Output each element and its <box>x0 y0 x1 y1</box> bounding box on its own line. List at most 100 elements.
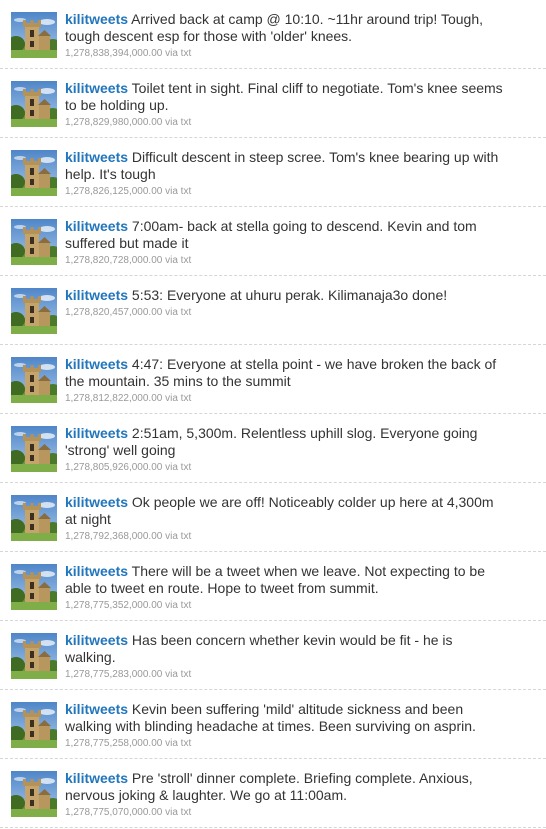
tweet-source: via txt <box>165 600 192 611</box>
timestamp-link[interactable]: 1,278,792,368,000.00 <box>65 531 162 542</box>
tweet-item: kilitweets Pre 'stroll' dinner complete.… <box>0 759 546 828</box>
tweet-body: kilitweets 2:51am, 5,300m. Relentless up… <box>65 425 505 474</box>
timestamp-link[interactable]: 1,278,829,980,000.00 <box>65 117 162 128</box>
avatar[interactable] <box>11 495 57 541</box>
tweet-source: via txt <box>165 255 192 266</box>
tweet-item: kilitweets 2:51am, 5,300m. Relentless up… <box>0 414 546 483</box>
tweet-text: kilitweets Toilet tent in sight. Final c… <box>65 80 505 114</box>
tweet-source: via txt <box>165 48 192 59</box>
tweet-message: 4:47: Everyone at stella point - we have… <box>65 356 497 389</box>
church-tower-photo-icon <box>11 633 57 679</box>
church-tower-photo-icon <box>11 426 57 472</box>
tweet-body: kilitweets Difficult descent in steep sc… <box>65 149 505 198</box>
church-tower-photo-icon <box>11 219 57 265</box>
tweet-text: kilitweets 5:53: Everyone at uhuru perak… <box>65 287 505 304</box>
tweet-text: kilitweets Arrived back at camp @ 10:10.… <box>65 11 505 45</box>
tweet-message: There will be a tweet when we leave. Not… <box>65 563 485 596</box>
church-tower-photo-icon <box>11 771 57 817</box>
tweet-item: kilitweets 7:00am- back at stella going … <box>0 207 546 276</box>
tweet-meta: 1,278,820,457,000.00 via txt <box>65 306 505 319</box>
tweet-body: kilitweets 4:47: Everyone at stella poin… <box>65 356 505 405</box>
tweet-body: kilitweets Pre 'stroll' dinner complete.… <box>65 770 505 819</box>
tweet-meta: 1,278,812,822,000.00 via txt <box>65 392 505 405</box>
tweet-meta: 1,278,838,394,000.00 via txt <box>65 47 505 60</box>
tweet-meta: 1,278,826,125,000.00 via txt <box>65 185 505 198</box>
tweet-message: Toilet tent in sight. Final cliff to neg… <box>65 80 503 113</box>
tweet-text: kilitweets Kevin been suffering 'mild' a… <box>65 701 505 735</box>
username-link[interactable]: kilitweets <box>65 425 128 441</box>
tweet-source: via txt <box>165 186 192 197</box>
tweet-message: Ok people we are off! Noticeably colder … <box>65 494 494 527</box>
tweet-source: via txt <box>165 462 192 473</box>
username-link[interactable]: kilitweets <box>65 632 128 648</box>
tweet-meta: 1,278,792,368,000.00 via txt <box>65 530 505 543</box>
username-link[interactable]: kilitweets <box>65 287 128 303</box>
timestamp-link[interactable]: 1,278,820,728,000.00 <box>65 255 162 266</box>
avatar[interactable] <box>11 219 57 265</box>
timestamp-link[interactable]: 1,278,812,822,000.00 <box>65 393 162 404</box>
avatar[interactable] <box>11 771 57 817</box>
username-link[interactable]: kilitweets <box>65 563 128 579</box>
church-tower-photo-icon <box>11 357 57 403</box>
tweet-message: Arrived back at camp @ 10:10. ~11hr arou… <box>65 11 483 44</box>
username-link[interactable]: kilitweets <box>65 149 128 165</box>
timestamp-link[interactable]: 1,278,820,457,000.00 <box>65 307 162 318</box>
tweet-timeline: kilitweets Arrived back at camp @ 10:10.… <box>0 0 546 828</box>
username-link[interactable]: kilitweets <box>65 218 128 234</box>
username-link[interactable]: kilitweets <box>65 356 128 372</box>
tweet-item: kilitweets Kevin been suffering 'mild' a… <box>0 690 546 759</box>
avatar[interactable] <box>11 426 57 472</box>
church-tower-photo-icon <box>11 12 57 58</box>
tweet-body: kilitweets There will be a tweet when we… <box>65 563 505 612</box>
tweet-source: via txt <box>165 117 192 128</box>
tweet-item: kilitweets Arrived back at camp @ 10:10.… <box>0 0 546 69</box>
tweet-meta: 1,278,775,070,000.00 via txt <box>65 806 505 819</box>
tweet-item: kilitweets Has been concern whether kevi… <box>0 621 546 690</box>
church-tower-photo-icon <box>11 288 57 334</box>
tweet-item: kilitweets Ok people we are off! Noticea… <box>0 483 546 552</box>
tweet-item: kilitweets There will be a tweet when we… <box>0 552 546 621</box>
tweet-body: kilitweets Toilet tent in sight. Final c… <box>65 80 505 129</box>
tweet-text: kilitweets There will be a tweet when we… <box>65 563 505 597</box>
username-link[interactable]: kilitweets <box>65 80 128 96</box>
tweet-source: via txt <box>165 531 192 542</box>
avatar[interactable] <box>11 702 57 748</box>
tweet-meta: 1,278,820,728,000.00 via txt <box>65 254 505 267</box>
avatar[interactable] <box>11 357 57 403</box>
tweet-text: kilitweets Pre 'stroll' dinner complete.… <box>65 770 505 804</box>
username-link[interactable]: kilitweets <box>65 494 128 510</box>
tweet-text: kilitweets Difficult descent in steep sc… <box>65 149 505 183</box>
tweet-meta: 1,278,775,283,000.00 via txt <box>65 668 505 681</box>
timestamp-link[interactable]: 1,278,826,125,000.00 <box>65 186 162 197</box>
tweet-text: kilitweets Ok people we are off! Noticea… <box>65 494 505 528</box>
avatar[interactable] <box>11 81 57 127</box>
tweet-text: kilitweets 2:51am, 5,300m. Relentless up… <box>65 425 505 459</box>
timestamp-link[interactable]: 1,278,838,394,000.00 <box>65 48 162 59</box>
tweet-body: kilitweets 5:53: Everyone at uhuru perak… <box>65 287 505 319</box>
church-tower-photo-icon <box>11 81 57 127</box>
tweet-source: via txt <box>165 807 192 818</box>
tweet-source: via txt <box>165 307 192 318</box>
avatar[interactable] <box>11 633 57 679</box>
tweet-text: kilitweets 4:47: Everyone at stella poin… <box>65 356 505 390</box>
timestamp-link[interactable]: 1,278,775,070,000.00 <box>65 807 162 818</box>
timestamp-link[interactable]: 1,278,775,352,000.00 <box>65 600 162 611</box>
tweet-source: via txt <box>165 738 192 749</box>
tweet-body: kilitweets Has been concern whether kevi… <box>65 632 505 681</box>
avatar[interactable] <box>11 564 57 610</box>
tweet-item: kilitweets Difficult descent in steep sc… <box>0 138 546 207</box>
tweet-message: Difficult descent in steep scree. Tom's … <box>65 149 499 182</box>
avatar[interactable] <box>11 150 57 196</box>
username-link[interactable]: kilitweets <box>65 701 128 717</box>
avatar[interactable] <box>11 288 57 334</box>
avatar[interactable] <box>11 12 57 58</box>
timestamp-link[interactable]: 1,278,775,258,000.00 <box>65 738 162 749</box>
username-link[interactable]: kilitweets <box>65 11 128 27</box>
tweet-meta: 1,278,805,926,000.00 via txt <box>65 461 505 474</box>
username-link[interactable]: kilitweets <box>65 770 128 786</box>
tweet-message: 5:53: Everyone at uhuru perak. Kilimanaj… <box>131 287 448 303</box>
church-tower-photo-icon <box>11 702 57 748</box>
timestamp-link[interactable]: 1,278,775,283,000.00 <box>65 669 162 680</box>
tweet-meta: 1,278,829,980,000.00 via txt <box>65 116 505 129</box>
timestamp-link[interactable]: 1,278,805,926,000.00 <box>65 462 162 473</box>
